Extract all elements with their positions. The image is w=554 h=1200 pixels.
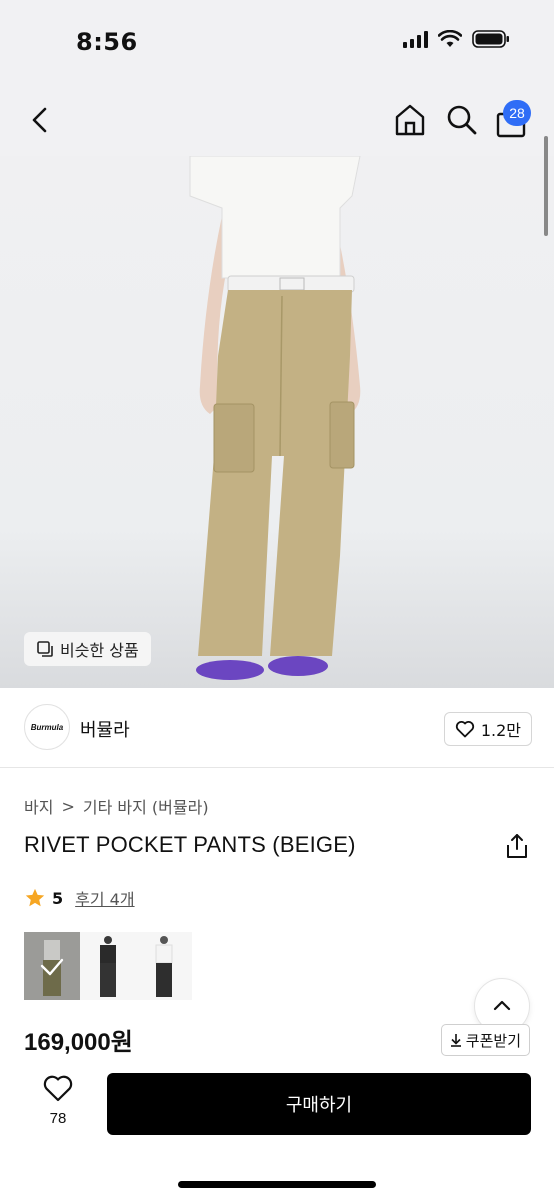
similar-icon [37,641,53,657]
back-icon[interactable] [22,102,58,138]
status-time: 8:56 [76,28,138,56]
star-icon [25,888,45,907]
status-icons [403,30,510,48]
product-title: RIVET POCKET PANTS (BEIGE) [24,832,356,857]
favorite-button[interactable]: 78 [38,1074,78,1127]
bottom-action-bar: 78 구매하기 [0,1064,554,1200]
breadcrumb-subcategory[interactable]: 기타 바지 (버뮬라) [83,794,209,818]
brand-name[interactable]: 버뮬라 [80,716,130,742]
review-count-link[interactable]: 후기 4개 [75,886,134,910]
color-thumbnails [24,932,192,1000]
home-indicator [178,1181,376,1188]
breadcrumb-separator: > [61,796,75,816]
cellular-signal-icon [403,30,428,48]
product-price: 169,000원 [24,1029,133,1056]
search-icon[interactable] [444,102,480,138]
model-photo-illustration [189,156,361,680]
thumbnail-image [100,936,116,997]
brand-row: Burmula 버뮬라 1.2만 [0,688,554,768]
thumbnail-black-2[interactable] [136,932,192,1000]
chevron-up-icon [493,1000,511,1011]
share-icon[interactable] [504,832,530,860]
rating: 5 후기 4개 [24,886,135,910]
scroll-indicator [544,136,548,236]
heart-icon [43,1075,73,1102]
similar-products-button[interactable]: 비슷한 상품 [24,632,151,666]
brand-logo[interactable]: Burmula [24,704,70,750]
nav-bar [0,84,554,156]
thumbnail-beige[interactable] [24,932,80,1000]
wifi-icon [438,30,462,47]
heart-icon [455,721,474,738]
thumbnail-image [155,936,173,997]
brand-like-count: 1.2만 [480,721,521,740]
brand-like-button[interactable]: 1.2만 [443,712,532,746]
coupon-button[interactable]: 쿠폰받기 [440,1024,530,1056]
thumbnail-image [40,940,64,996]
rating-score: 5 [52,888,64,908]
breadcrumb-category[interactable]: 바지 [24,794,53,818]
brand-logo-text: Burmula [30,722,64,732]
buy-button[interactable]: 구매하기 [107,1073,531,1135]
status-bar: 8:56 [0,0,554,84]
breadcrumb: 바지 > 기타 바지 (버뮬라) [24,794,209,818]
cart-count-badge: 28 [503,100,531,126]
favorite-count: 78 [49,1110,67,1127]
similar-label: 비슷한 상품 [60,641,139,660]
home-icon[interactable] [392,102,428,138]
download-icon [450,1034,461,1047]
thumbnail-black-1[interactable] [80,932,136,1000]
coupon-label: 쿠폰받기 [465,1031,521,1050]
battery-icon [472,30,509,48]
product-image[interactable] [0,156,554,688]
